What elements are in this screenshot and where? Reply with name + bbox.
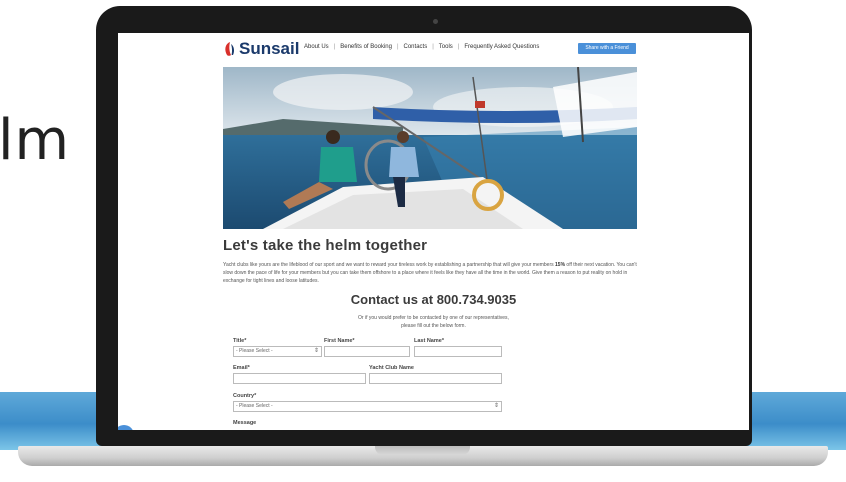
message-label: Message: [233, 420, 257, 426]
email-field[interactable]: [233, 373, 366, 384]
site-logo[interactable]: Sunsail: [223, 39, 299, 59]
page-headline: Let's take the helm together: [223, 237, 428, 254]
title-label: Title*: [233, 338, 247, 344]
yacht-club-field[interactable]: [369, 373, 502, 384]
first-name-field[interactable]: [324, 346, 410, 357]
title-select[interactable]: - Please Select -: [233, 346, 322, 357]
chat-widget-button[interactable]: [118, 425, 134, 430]
yacht-club-label: Yacht Club Name: [369, 365, 414, 371]
background-sea-right: [746, 392, 846, 450]
main-nav: About Us | Benefits of Booking | Contact…: [304, 44, 540, 50]
first-name-label: First Name*: [324, 338, 355, 344]
nav-tools[interactable]: Tools: [439, 44, 453, 50]
email-label: Email*: [233, 365, 250, 371]
webcam-icon: [433, 19, 438, 24]
country-select[interactable]: - Please Select -: [233, 401, 502, 412]
contact-subtext: Or if you would prefer to be contacted b…: [358, 315, 509, 329]
site-header: Sunsail About Us | Benefits of Booking |…: [118, 33, 749, 63]
last-name-label: Last Name*: [414, 338, 444, 344]
nav-benefits-of-booking[interactable]: Benefits of Booking: [340, 44, 392, 50]
partial-headline-text: lm: [0, 108, 71, 173]
nav-faq[interactable]: Frequently Asked Questions: [464, 44, 539, 50]
sunsail-logo-icon: [225, 42, 235, 56]
hero-sailing-photo: [223, 67, 637, 229]
country-label: Country*: [233, 393, 257, 399]
discount-highlight: 15%: [555, 262, 566, 268]
laptop-notch: [375, 446, 470, 455]
share-with-friend-button[interactable]: Share with a Friend: [578, 43, 636, 54]
logo-text: Sunsail: [239, 39, 300, 58]
last-name-field[interactable]: [414, 346, 502, 357]
contact-phone-heading: Contact us at 800.734.9035: [350, 292, 517, 307]
intro-paragraph: Yacht clubs like yours are the lifeblood…: [223, 262, 637, 284]
laptop-screen: Sunsail About Us | Benefits of Booking |…: [118, 33, 749, 430]
nav-contacts[interactable]: Contacts: [404, 44, 428, 50]
nav-about-us[interactable]: About Us: [304, 44, 329, 50]
